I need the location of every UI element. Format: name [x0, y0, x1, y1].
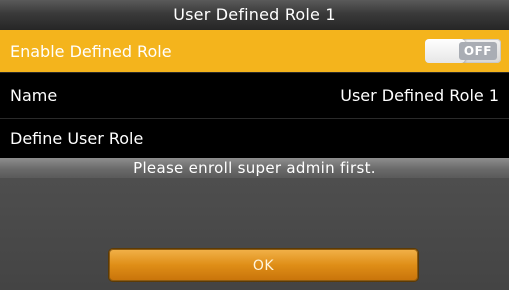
dialog-message-text: Please enroll super admin first. [133, 159, 376, 177]
page-title: User Defined Role 1 [173, 5, 336, 24]
toggle-state-label: OFF [458, 42, 497, 60]
menu-item-value: User Defined Role 1 [340, 86, 499, 105]
title-bar: User Defined Role 1 [0, 0, 509, 30]
menu-item-define-user-role[interactable]: Define User Role [0, 118, 509, 158]
menu-item-name[interactable]: Name User Defined Role 1 [0, 72, 509, 118]
dialog-message: Please enroll super admin first. [0, 158, 509, 178]
screen: User Defined Role 1 Enable Defined Role … [0, 0, 509, 290]
menu-item-label: Define User Role [10, 129, 144, 148]
menu-item-label: Name [10, 86, 58, 105]
enable-role-toggle[interactable]: OFF [425, 39, 501, 63]
ok-button[interactable]: OK [108, 248, 419, 282]
menu-item-enable-defined-role[interactable]: Enable Defined Role OFF [0, 30, 509, 72]
menu-item-label: Enable Defined Role [10, 41, 172, 61]
